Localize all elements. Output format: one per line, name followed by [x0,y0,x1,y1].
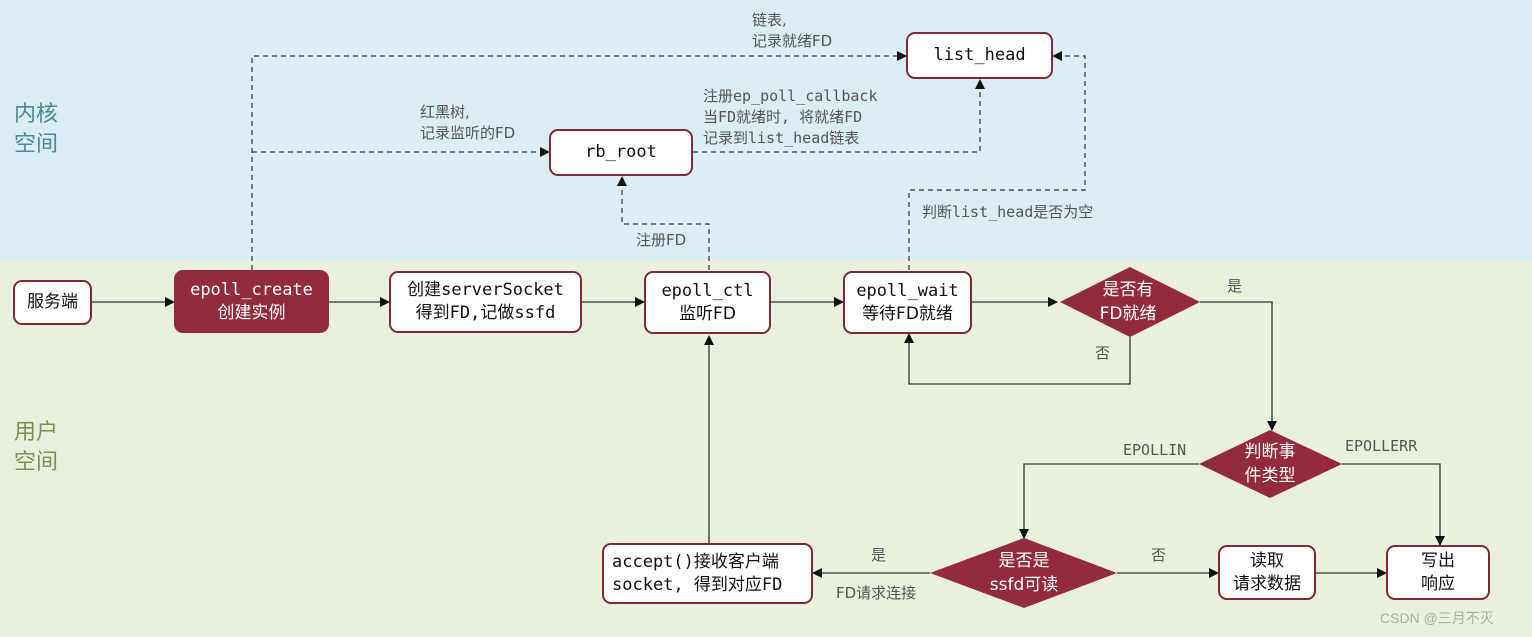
note-yes-ready: 是 [1227,277,1243,295]
node-read-data-label2: 请求数据 [1233,573,1301,594]
note-check-list-head: 判断list_head是否为空 [922,203,1094,221]
note-epollerr: EPOLLERR [1345,437,1418,455]
decision-fd-ready-label2: FD就绪 [1099,304,1157,324]
note-list-head-line1: 链表, [752,11,787,29]
node-write-resp: 写出 响应 [1386,545,1490,600]
node-rb-root-label: rb_root [585,142,657,162]
decision-fd-ready: 是否有 FD就绪 [1100,278,1157,326]
decision-event-type: 判断事 件类型 [1245,440,1296,488]
node-server-label: 服务端 [27,292,78,312]
decision-event-type-label2: 件类型 [1244,466,1296,486]
node-accept: accept()接收客户端 socket, 得到对应FD [602,543,813,604]
note-callback: 注册ep_poll_callback 当FD就绪时, 将就绪FD 记录到list… [703,86,878,149]
node-write-resp-label1: 写出 [1421,550,1455,571]
edge-epollerr [1342,463,1445,546]
node-server: 服务端 [13,280,92,325]
node-epoll-create-label1: epoll_create [190,279,313,300]
decision-fd-ready-label1: 是否有 [1102,280,1154,300]
node-create-socket-label2: 得到FD,记做ssfd [415,303,556,323]
edge-yes-ready [1200,301,1277,431]
decision-is-ssfd-label1: 是否是 [998,551,1050,571]
decision-event-type-label1: 判断事 [1244,442,1296,462]
note-callback-line1: 注册ep_poll_callback [703,87,878,105]
note-epollin: EPOLLIN [1123,441,1187,459]
node-epoll-wait-label1: epoll_wait [856,280,959,301]
note-no-ready: 否 [1095,344,1111,362]
note-rb-root: 红黑树, 记录监听的FD [420,102,515,144]
node-epoll-ctl-label1: epoll_ctl [661,280,754,301]
note-no-ssfd: 否 [1151,546,1167,564]
node-epoll-ctl: epoll_ctl 监听FD [644,271,771,334]
node-epoll-create: epoll_create 创建实例 [174,270,329,333]
node-list-head-label: list_head [933,45,1026,65]
node-accept-label2: socket, 得到对应FD [612,574,783,595]
node-epoll-wait-label2: 等待FD就绪 [862,303,953,324]
edge-epollin [1019,463,1199,539]
node-epoll-wait: epoll_wait 等待FD就绪 [843,271,972,334]
note-list-head: 链表, 记录就绪FD [752,10,832,52]
node-create-socket: 创建serverSocket 得到FD,记做ssfd [389,271,582,333]
note-fd-connect: FD请求连接 [836,584,917,602]
note-callback-line2: 当FD就绪时, 将就绪FD [703,108,863,126]
note-rb-root-line1: 红黑树, [420,103,470,121]
node-epoll-ctl-label2: 监听FD [679,303,736,324]
note-list-head-line2: 记录就绪FD [752,32,833,50]
node-list-head: list_head [906,32,1053,79]
node-write-resp-label2: 响应 [1421,573,1455,594]
note-register-fd: 注册FD [636,231,687,249]
note-yes-ssfd: 是 [871,546,887,564]
decision-is-ssfd: 是否是 ssfd可读 [990,549,1059,597]
note-callback-line3: 记录到list_head链表 [703,129,860,147]
node-read-data: 读取 请求数据 [1218,545,1316,600]
edge-ctl-rb-root [617,176,710,270]
note-rb-root-line2: 记录监听的FD [420,124,516,142]
node-rb-root: rb_root [549,129,693,176]
watermark: CSDN @三月不灭 [1380,610,1494,626]
decision-is-ssfd-label2: ssfd可读 [989,575,1059,595]
node-create-socket-label1: 创建serverSocket [407,280,564,300]
node-read-data-label1: 读取 [1250,550,1284,571]
edge-wait-list-head [908,51,1086,270]
node-accept-label1: accept()接收客户端 [612,551,779,572]
node-epoll-create-label2: 创建实例 [217,302,286,323]
